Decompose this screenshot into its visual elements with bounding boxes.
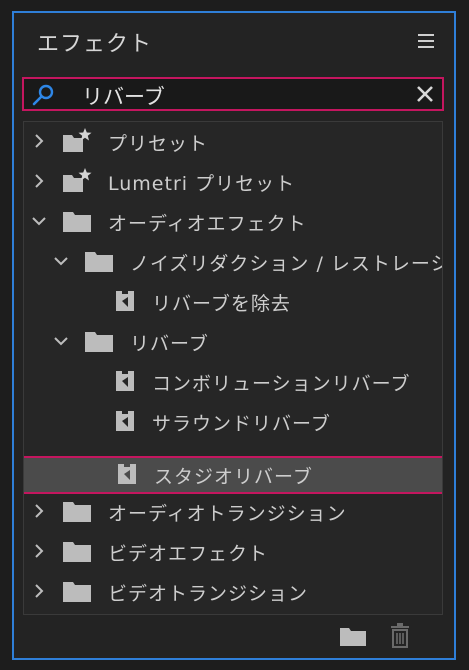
- effects-panel: エフェクト リバーブ プリセット Lumetri プリセット オーディオエフェク…: [12, 11, 456, 660]
- tree-item-surround-reverb[interactable]: サラウンドリバーブ: [24, 403, 442, 441]
- tree-item-studio-reverb[interactable]: スタジオリバーブ: [24, 456, 442, 494]
- search-icon: [32, 84, 54, 106]
- folder-icon: [63, 212, 91, 232]
- chevron-right-icon[interactable]: [32, 134, 46, 148]
- tree-item-reverb-folder[interactable]: リバーブ: [24, 323, 442, 361]
- tree-item-label: Lumetri プリセット: [108, 173, 296, 195]
- folder-icon: [63, 502, 91, 522]
- new-bin-icon[interactable]: [339, 625, 367, 647]
- tree-item-presets[interactable]: プリセット: [24, 123, 442, 161]
- tree-item-audio-transitions[interactable]: オーディオトランジション: [24, 493, 442, 531]
- audio-effect-icon: [116, 411, 134, 431]
- tree-item-label: プリセット: [108, 133, 209, 155]
- preset-folder-icon: [63, 168, 92, 192]
- tree-item-label: ビデオトランジション: [108, 583, 309, 605]
- chevron-right-icon[interactable]: [32, 584, 46, 598]
- tree-item-convolution-reverb[interactable]: コンボリューションリバーブ: [24, 363, 442, 401]
- tree-item-label: サラウンドリバーブ: [152, 413, 331, 435]
- hamburger-menu-icon[interactable]: [418, 34, 434, 48]
- tree-item-label: スタジオリバーブ: [154, 466, 313, 488]
- tree-item-lumetri-presets[interactable]: Lumetri プリセット: [24, 163, 442, 201]
- audio-effect-icon: [116, 291, 134, 311]
- tree-item-label: ビデオエフェクト: [108, 543, 269, 565]
- chevron-down-icon[interactable]: [54, 334, 68, 348]
- folder-icon: [63, 542, 91, 562]
- tree-item-video-transitions[interactable]: ビデオトランジション: [24, 573, 442, 611]
- chevron-right-icon[interactable]: [32, 174, 46, 188]
- tree-item-label: リバーブを除去: [152, 293, 291, 315]
- audio-effect-icon: [118, 464, 136, 484]
- search-input[interactable]: リバーブ: [82, 81, 165, 111]
- panel-header: エフェクト: [14, 13, 454, 69]
- chevron-down-icon[interactable]: [54, 254, 68, 268]
- audio-effect-icon: [116, 371, 134, 391]
- tree-item-label: リバーブ: [130, 333, 209, 355]
- tree-item-dereverb[interactable]: リバーブを除去: [24, 283, 442, 321]
- tree-item-noise-reduction[interactable]: ノイズリダクション / レストレーション: [24, 243, 442, 281]
- tree-item-label: オーディオトランジション: [108, 503, 347, 525]
- effects-tree: プリセット Lumetri プリセット オーディオエフェクト ノイズリダクション…: [23, 121, 443, 615]
- trash-icon[interactable]: [389, 622, 411, 648]
- panel-title: エフェクト: [37, 32, 153, 57]
- folder-icon: [85, 252, 113, 272]
- folder-icon: [63, 582, 91, 602]
- chevron-right-icon[interactable]: [32, 504, 46, 518]
- preset-folder-icon: [63, 128, 92, 152]
- tree-item-label: ノイズリダクション / レストレーション: [130, 253, 442, 275]
- chevron-down-icon[interactable]: [32, 214, 46, 228]
- folder-icon: [85, 332, 113, 352]
- search-field[interactable]: リバーブ: [22, 77, 444, 111]
- tree-item-audio-effects[interactable]: オーディオエフェクト: [24, 203, 442, 241]
- tree-item-label: オーディオエフェクト: [108, 213, 307, 235]
- chevron-right-icon[interactable]: [32, 544, 46, 558]
- tree-item-video-effects[interactable]: ビデオエフェクト: [24, 533, 442, 571]
- clear-search-icon[interactable]: [416, 85, 434, 103]
- tree-item-label: コンボリューションリバーブ: [152, 373, 411, 395]
